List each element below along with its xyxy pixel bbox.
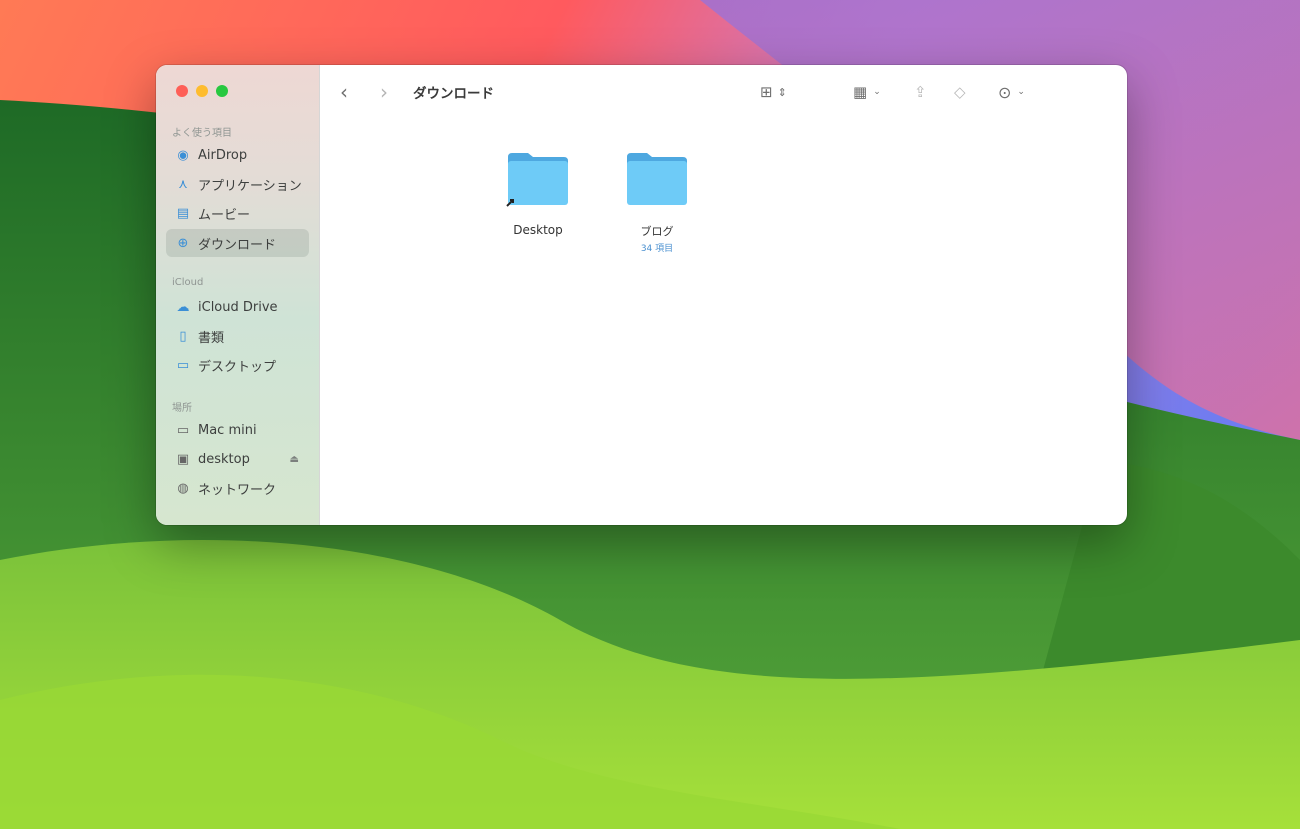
file-item-blog[interactable]: ブログ 34 項目 (607, 151, 707, 254)
share-button[interactable]: ⇪ (914, 79, 927, 105)
ellipsis-circle-icon: ⊙ (998, 82, 1012, 102)
zoom-button[interactable] (216, 85, 228, 97)
chevron-down-icon: ⌄ (1017, 87, 1025, 97)
grid-icon: ⊞ (760, 83, 773, 101)
document-icon: ▯ (179, 328, 187, 344)
group-grid-icon: ▦ (853, 83, 868, 101)
desktop-icon: ▭ (176, 357, 190, 373)
section-favorites: よく使う項目 (172, 128, 232, 139)
sidebar-item-documents[interactable]: ▯ 書類 (166, 322, 309, 350)
sidebar-item-mac-mini[interactable]: ▭ Mac mini (166, 416, 309, 444)
eject-icon[interactable]: ⏏ (290, 454, 299, 465)
sidebar-item-desktop[interactable]: ▭ デスクトップ (166, 351, 309, 379)
file-item-desktop[interactable]: Desktop (488, 151, 588, 237)
sidebar: よく使う項目 ◉ AirDrop ⋏ アプリケーション ▤ ムービー ⊕ ダウンロード … (156, 65, 320, 525)
view-mode-button[interactable]: ⊞ ⇕ (760, 79, 787, 105)
finder-window: よく使う項目 ◉ AirDrop ⋏ アプリケーション ▤ ムービー ⊕ ダウンロード … (156, 65, 1127, 525)
folder-alias-icon (506, 153, 568, 207)
close-button[interactable] (176, 85, 188, 97)
chevron-updown-icon: ⇕ (777, 85, 787, 99)
cloud-icon: ☁ (176, 299, 190, 315)
minimize-button[interactable] (196, 85, 208, 97)
back-button[interactable]: ‹ (340, 79, 348, 105)
sidebar-item-applications[interactable]: ⋏ アプリケーション (166, 170, 309, 198)
section-locations: 場所 (172, 403, 192, 414)
folder-icon (627, 153, 687, 205)
mac-mini-icon: ▭ (176, 422, 190, 438)
network-icon: ◍ (177, 480, 189, 496)
tag-button[interactable]: ◇ (954, 79, 966, 105)
more-button[interactable]: ⊙ ⌄ (998, 79, 1025, 105)
sidebar-item-icloud-drive[interactable]: ☁ iCloud Drive (166, 293, 309, 321)
downloads-icon: ⊕ (177, 235, 189, 251)
chevron-down-icon: ⌄ (873, 87, 881, 97)
movies-icon: ▤ (176, 205, 190, 221)
window-title: ダウンロード (413, 86, 494, 102)
file-browser: ‹ › ダウンロード ⊞ ⇕ ▦ ⌄ ⇪ ◇ ⊙ ⌄ Desktop ブログ 34 項… (320, 65, 1127, 525)
sidebar-item-movies[interactable]: ▤ ムービー (166, 199, 309, 227)
tag-icon: ◇ (954, 83, 966, 101)
group-button[interactable]: ▦ ⌄ (853, 79, 881, 105)
forward-button[interactable]: › (380, 79, 388, 105)
share-icon: ⇪ (914, 83, 927, 101)
sidebar-item-desktop-volume[interactable]: ▣ desktop ⏏ (166, 445, 309, 473)
sidebar-item-airdrop[interactable]: ◉ AirDrop (166, 141, 309, 169)
airdrop-icon: ◉ (177, 147, 189, 163)
applications-icon: ⋏ (178, 176, 188, 192)
section-icloud: iCloud (172, 277, 204, 288)
sidebar-item-downloads[interactable]: ⊕ ダウンロード (166, 229, 309, 257)
display-icon: ▣ (176, 451, 190, 467)
sidebar-item-network[interactable]: ◍ ネットワーク (166, 474, 309, 502)
